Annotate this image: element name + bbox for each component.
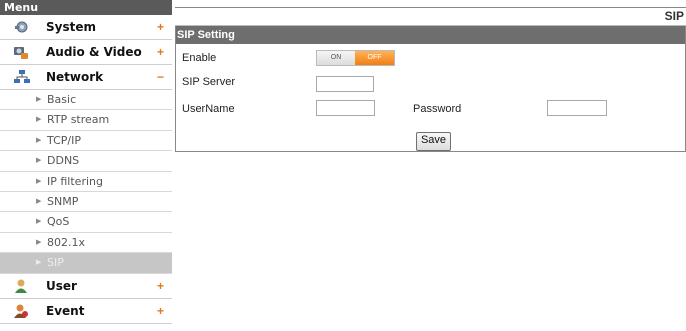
menu-group-label: Network <box>46 70 104 84</box>
expand-icon[interactable]: + <box>157 299 164 323</box>
submenu-item-label: Basic <box>47 93 77 106</box>
menu-group-label: System <box>46 20 96 34</box>
arrow-right-icon: ▶ <box>36 177 42 185</box>
arrow-right-icon: ▶ <box>36 96 42 103</box>
arrow-right-icon: ▶ <box>36 259 42 267</box>
expand-icon[interactable]: + <box>157 274 164 298</box>
system-gear-icon <box>13 19 29 35</box>
event-icon <box>13 303 29 319</box>
camera-icon <box>13 44 29 60</box>
sip-server-label: SIP Server <box>182 76 235 88</box>
arrow-right-icon: ▶ <box>36 197 42 205</box>
submenu-item-tcp-ip[interactable]: ▶ TCP/IP <box>0 130 172 152</box>
menu-group-event[interactable]: Event + <box>0 298 172 324</box>
submenu-item-label: QoS <box>47 215 70 229</box>
submenu-item-label: 802.1x <box>47 235 86 249</box>
arrow-right-icon: ▶ <box>36 218 42 226</box>
menu-title: Menu <box>0 0 172 15</box>
arrow-right-icon: ▶ <box>36 136 42 144</box>
submenu-item-label: TCP/IP <box>47 133 81 147</box>
page-title-bar: SIP <box>175 7 686 26</box>
page-title: SIP <box>664 9 684 23</box>
sip-server-input[interactable] <box>316 76 374 92</box>
submenu-item-8021x[interactable]: ▶ 802.1x <box>0 232 172 254</box>
save-button[interactable]: Save <box>416 132 451 151</box>
toggle-on-option[interactable]: ON <box>317 51 355 65</box>
submenu-item-label: SNMP <box>47 194 79 208</box>
password-label: Password <box>413 103 462 115</box>
menu-group-label: Event <box>46 303 85 318</box>
toggle-off-option[interactable]: OFF <box>355 51 394 65</box>
network-icon <box>13 69 30 85</box>
submenu-item-ddns[interactable]: ▶ DDNS <box>0 151 172 172</box>
menu-group-label: User <box>46 278 77 293</box>
submenu-item-basic[interactable]: ▶ Basic <box>0 90 172 111</box>
submenu-item-sip[interactable]: ▶ SIP <box>0 253 172 274</box>
submenu-item-label: DDNS <box>47 154 80 168</box>
arrow-right-icon: ▶ <box>36 116 42 124</box>
username-input[interactable] <box>316 100 375 116</box>
submenu-item-rtp-stream[interactable]: ▶ RTP stream <box>0 110 172 131</box>
menu-group-system[interactable]: System + <box>0 15 172 40</box>
submenu-item-label: RTP stream <box>47 113 110 127</box>
submenu-item-snmp[interactable]: ▶ SNMP <box>0 191 172 213</box>
username-label: UserName <box>182 103 235 115</box>
menu-group-label: Audio & Video <box>46 45 142 59</box>
expand-icon[interactable]: + <box>157 40 164 64</box>
submenu-item-qos[interactable]: ▶ QoS <box>0 212 172 233</box>
sidebar-menu: Menu System + Audio & Video + Network − … <box>0 0 172 331</box>
menu-group-network[interactable]: Network − <box>0 65 172 90</box>
collapse-icon[interactable]: − <box>157 65 164 89</box>
menu-group-user[interactable]: User + <box>0 273 172 299</box>
sip-setting-panel: SIP Setting Enable ON OFF SIP Server Use… <box>175 26 686 152</box>
expand-icon[interactable]: + <box>157 15 164 39</box>
arrow-right-icon: ▶ <box>36 157 42 165</box>
menu-group-audio-video[interactable]: Audio & Video + <box>0 40 172 65</box>
submenu-item-label: SIP <box>47 256 64 270</box>
user-icon <box>13 278 29 294</box>
submenu-item-label: IP filtering <box>47 174 103 188</box>
enable-label: Enable <box>182 52 217 64</box>
panel-header: SIP Setting <box>176 26 685 44</box>
submenu-item-ip-filtering[interactable]: ▶ IP filtering <box>0 171 172 192</box>
enable-toggle[interactable]: ON OFF <box>316 50 395 66</box>
password-input[interactable] <box>547 100 607 116</box>
arrow-right-icon: ▶ <box>36 238 42 246</box>
